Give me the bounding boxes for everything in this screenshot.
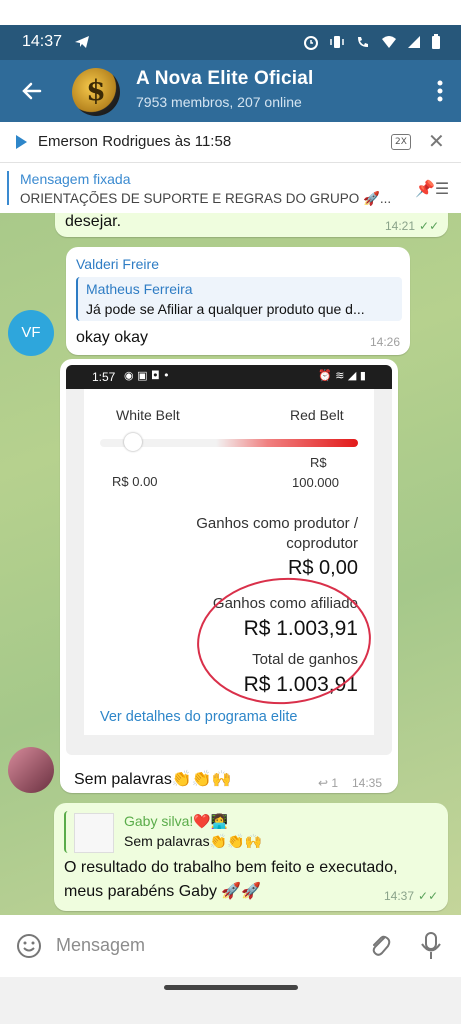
message-text-line1: O resultado do trabalho bem feito e exec…: [64, 859, 398, 876]
screenshot-status-bar: 1:57 ◉ ▣ ◘ • ⏰ ≋ ◢ ▮: [66, 365, 392, 389]
pinned-label: Mensagem fixada: [20, 171, 131, 187]
top-margin: [0, 0, 461, 25]
battery-icon: [432, 34, 440, 49]
message-bubble[interactable]: Valderi Freire Matheus Ferreira Já pode …: [66, 247, 410, 355]
signal-icon: [408, 36, 420, 48]
image-attachment[interactable]: 1:57 ◉ ▣ ◘ • ⏰ ≋ ◢ ▮ White Belt Red Belt…: [66, 365, 392, 755]
back-arrow-icon[interactable]: [18, 77, 46, 105]
group-avatar[interactable]: $: [72, 68, 120, 116]
audio-sender-time[interactable]: Emerson Rodrigues às 11:58: [38, 133, 231, 150]
message-text-line2: meus parabéns Gaby 🚀🚀: [64, 883, 262, 900]
value-right-amount: 100.000: [292, 475, 339, 490]
read-check-icon: ✓✓: [418, 889, 439, 903]
read-check-icon: ✓✓: [419, 219, 440, 233]
more-menu-icon[interactable]: [437, 80, 443, 102]
pinned-accent-bar: [7, 171, 9, 205]
avatar[interactable]: [8, 747, 54, 793]
group-title[interactable]: A Nova Elite Oficial: [136, 68, 314, 90]
audio-player-bar: Emerson Rodrigues às 11:58 2X ✕: [0, 122, 461, 163]
progress-knob: [124, 433, 142, 451]
reply-thumbnail: [74, 813, 114, 853]
playback-speed-button[interactable]: 2X: [391, 134, 411, 150]
play-icon[interactable]: [16, 135, 27, 149]
avatar[interactable]: VF: [8, 310, 54, 356]
status-icons: [303, 34, 441, 50]
red-circle-annotation: [197, 577, 371, 705]
reply-preview[interactable]: Matheus Ferreira Já pode se Afiliar a qu…: [76, 277, 402, 321]
reply-count[interactable]: ↩ 1: [318, 776, 338, 790]
message-time: 14:26: [370, 335, 401, 349]
alarm-icon: [304, 36, 318, 50]
message-time: 14:37 ✓✓: [384, 889, 439, 903]
sender-name[interactable]: Valderi Freire: [76, 256, 159, 272]
notification-icons: ◉ ▣ ◘ •: [124, 369, 170, 382]
status-bar: 14:37: [0, 25, 461, 60]
pin-list-icon[interactable]: 📌☰: [415, 179, 449, 198]
attach-icon[interactable]: [368, 932, 392, 960]
message-bubble[interactable]: Gaby silva!❤️👩‍💻 Sem palavras👏👏🙌 O resul…: [54, 803, 448, 911]
level-right-label: Red Belt: [290, 407, 344, 423]
wifi-icon: [382, 36, 396, 48]
reply-preview[interactable]: Gaby silva!❤️👩‍💻 Sem palavras👏👏🙌: [64, 811, 436, 853]
producer-label-2: coprodutor: [286, 535, 358, 552]
system-icons: ⏰ ≋ ◢ ▮: [318, 369, 366, 382]
reply-text: Já pode se Afiliar a qualquer produto qu…: [86, 301, 365, 317]
pinned-message[interactable]: Mensagem fixada ORIENTAÇÕES DE SUPORTE E…: [0, 163, 461, 214]
message-time: 14:21 ✓✓: [385, 219, 440, 233]
message-text: okay okay: [76, 329, 149, 346]
chat-area: desejar. 14:21 ✓✓ VF Valderi Freire Mathe…: [0, 213, 461, 915]
pinned-text: ORIENTAÇÕES DE SUPORTE E REGRAS DO GRUPO…: [20, 191, 392, 206]
message-input-bar: Mensagem: [0, 915, 461, 977]
value-right-currency: R$: [310, 455, 327, 470]
level-left-label: White Belt: [116, 407, 180, 423]
message-text: Sem palavras👏👏🙌: [74, 771, 232, 788]
message-input[interactable]: Mensagem: [56, 935, 145, 956]
chat-header: $ A Nova Elite Oficial 7953 membros, 207…: [0, 60, 461, 122]
emoji-icon[interactable]: [16, 933, 42, 959]
message-bubble[interactable]: desejar. 14:21 ✓✓: [55, 213, 448, 237]
reply-text: Sem palavras👏👏🙌: [124, 833, 262, 849]
message-text: desejar.: [65, 213, 122, 230]
home-gesture-bar[interactable]: [164, 985, 298, 990]
group-subtitle: 7953 membros, 207 online: [136, 94, 302, 110]
vibrate-icon: [330, 36, 344, 48]
reply-name: Gaby silva!❤️👩‍💻: [124, 813, 229, 829]
status-time: 14:37: [22, 33, 63, 50]
earnings-card: White Belt Red Belt R$ 0.00 R$ 100.000 G…: [84, 389, 374, 735]
microphone-icon[interactable]: [420, 931, 442, 961]
reply-name: Matheus Ferreira: [86, 281, 193, 297]
producer-label-1: Ganhos como produtor /: [196, 515, 358, 532]
call-4g-icon: [358, 37, 368, 47]
message-time: 14:35: [352, 776, 383, 790]
telegram-notification-icon: [75, 36, 89, 48]
value-left: R$ 0.00: [112, 474, 158, 489]
system-nav-bar: [0, 977, 461, 1024]
close-icon[interactable]: ✕: [428, 129, 445, 153]
